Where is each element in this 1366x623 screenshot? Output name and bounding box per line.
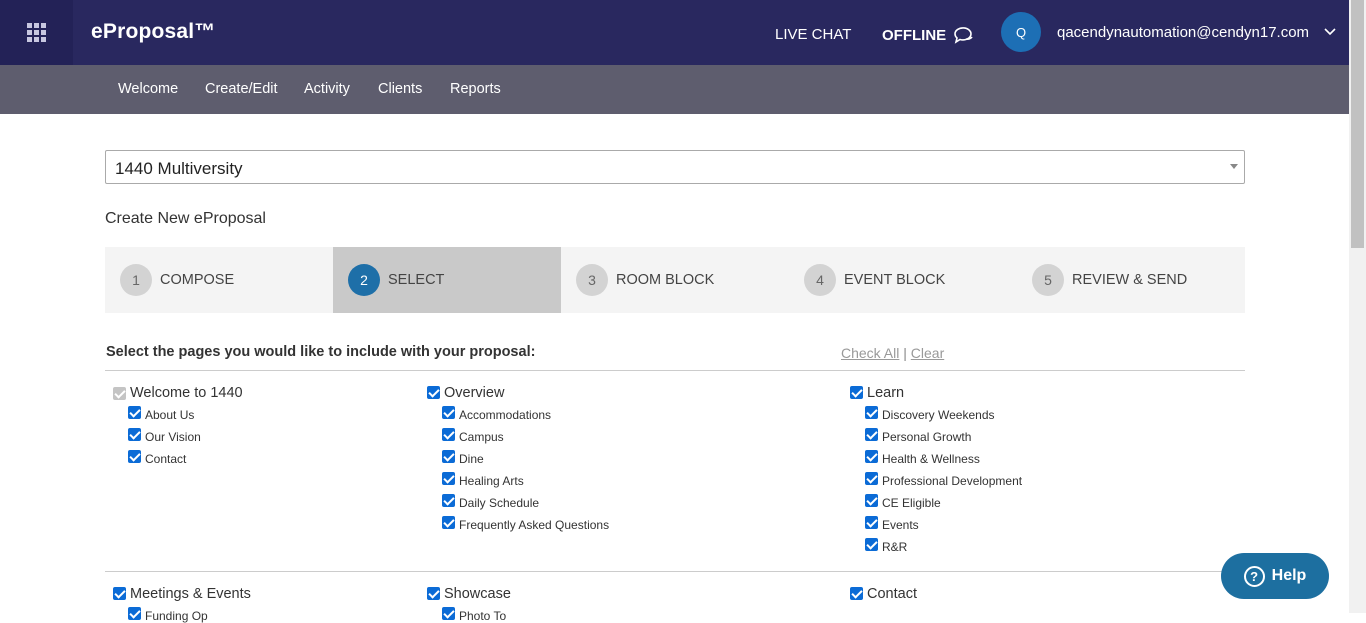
checkbox-daily-schedule[interactable] xyxy=(442,494,455,507)
group-title-learn: Learn xyxy=(867,385,905,401)
step-number: 5 xyxy=(1032,264,1064,296)
check-all-link[interactable]: Check All xyxy=(841,345,899,361)
group-title-welcome: Welcome to 1440 xyxy=(130,385,243,401)
group-title-overview: Overview xyxy=(444,385,505,401)
help-label: Help xyxy=(1271,567,1307,584)
step-select[interactable]: 2 SELECT xyxy=(333,247,561,313)
step-room-block[interactable]: 3 ROOM BLOCK xyxy=(561,247,789,313)
page-label: Daily Schedule xyxy=(459,496,540,510)
dropdown-arrow-icon xyxy=(1230,164,1238,169)
checkbox-contact-group[interactable] xyxy=(850,587,863,600)
checkbox-about-us[interactable] xyxy=(128,406,141,419)
property-select-value: 1440 Multiversity xyxy=(115,159,243,178)
link-separator: | xyxy=(903,345,907,361)
page-label: Photo To xyxy=(459,609,507,623)
scrollbar-thumb[interactable] xyxy=(1351,0,1364,248)
wizard-steps: 1 COMPOSE 2 SELECT 3 ROOM BLOCK 4 EVENT … xyxy=(105,247,1245,313)
help-button[interactable]: ? Help xyxy=(1221,553,1329,599)
clear-link[interactable]: Clear xyxy=(911,345,944,361)
checkbox-overview[interactable] xyxy=(427,386,440,399)
step-label: SELECT xyxy=(388,272,445,288)
checkbox-learn[interactable] xyxy=(850,386,863,399)
chat-status-label: OFFLINE xyxy=(882,26,947,44)
page-label: Health & Wellness xyxy=(882,452,980,466)
checkbox-discovery-weekends[interactable] xyxy=(865,406,878,419)
chat-status-offline[interactable]: OFFLINE xyxy=(882,26,974,44)
checkbox-funding-op[interactable] xyxy=(128,607,141,620)
nav-reports[interactable]: Reports xyxy=(450,81,501,97)
step-label: EVENT BLOCK xyxy=(844,272,946,288)
checkbox-events[interactable] xyxy=(865,516,878,529)
step-number: 1 xyxy=(120,264,152,296)
page-label: Funding Op xyxy=(145,609,208,623)
chevron-down-icon[interactable] xyxy=(1324,27,1336,37)
step-number: 3 xyxy=(576,264,608,296)
divider xyxy=(105,571,1245,572)
main-nav: Welcome Create/Edit Activity Clients Rep… xyxy=(0,65,1349,114)
page-label: Our Vision xyxy=(145,430,201,444)
checkbox-showcase[interactable] xyxy=(427,587,440,600)
page-label: Healing Arts xyxy=(459,474,524,488)
page-title: Create New eProposal xyxy=(105,210,266,227)
checkbox-meetings-events[interactable] xyxy=(113,587,126,600)
checkbox-our-vision[interactable] xyxy=(128,428,141,441)
page-label: Professional Development xyxy=(882,474,1023,488)
step-label: COMPOSE xyxy=(160,272,235,288)
step-number: 4 xyxy=(804,264,836,296)
step-number: 2 xyxy=(348,264,380,296)
divider xyxy=(105,370,1245,371)
checkbox-dine[interactable] xyxy=(442,450,455,463)
page-label: About Us xyxy=(145,408,195,422)
checkbox-professional-development[interactable] xyxy=(865,472,878,485)
checkbox-r-and-r[interactable] xyxy=(865,538,878,551)
brand-logo[interactable]: eProposal™ xyxy=(91,20,216,44)
checkbox-faq[interactable] xyxy=(442,516,455,529)
user-avatar[interactable]: Q xyxy=(1001,12,1041,52)
nav-activity[interactable]: Activity xyxy=(304,81,350,97)
page-label: Discovery Weekends xyxy=(882,408,995,422)
chat-bubble-icon xyxy=(954,27,973,44)
nav-create-edit[interactable]: Create/Edit xyxy=(205,81,278,97)
pages-section-heading: Select the pages you would like to inclu… xyxy=(106,344,536,360)
step-compose[interactable]: 1 COMPOSE xyxy=(105,247,333,313)
page-label: Campus xyxy=(459,430,504,444)
page-label: Frequently Asked Questions xyxy=(459,518,610,532)
page-label: CE Eligible xyxy=(882,496,941,510)
checkbox-contact[interactable] xyxy=(128,450,141,463)
property-select[interactable]: 1440 Multiversity xyxy=(105,150,1245,184)
page-label: Events xyxy=(882,518,919,532)
app-launcher-button[interactable] xyxy=(0,0,73,65)
grid-icon xyxy=(27,23,46,42)
user-menu-email[interactable]: qacendynautomation@cendyn17.com xyxy=(1057,24,1309,41)
step-review-send[interactable]: 5 REVIEW & SEND xyxy=(1017,247,1245,313)
top-bar: eProposal™ LIVE CHAT OFFLINE Q qacendyna… xyxy=(0,0,1349,65)
step-label: ROOM BLOCK xyxy=(616,272,715,288)
page-label: Dine xyxy=(459,452,484,466)
page-label: Accommodations xyxy=(459,408,552,422)
nav-clients[interactable]: Clients xyxy=(378,81,422,97)
page-label: R&R xyxy=(882,540,908,554)
live-chat-link[interactable]: LIVE CHAT xyxy=(775,26,851,43)
step-label: REVIEW & SEND xyxy=(1072,272,1188,288)
nav-welcome[interactable]: Welcome xyxy=(118,81,178,97)
checkbox-photo-tour[interactable] xyxy=(442,607,455,620)
check-links: Check All | Clear xyxy=(841,345,944,361)
group-title-contact: Contact xyxy=(867,586,917,602)
page-label: Contact xyxy=(145,452,187,466)
step-event-block[interactable]: 4 EVENT BLOCK xyxy=(789,247,1017,313)
checkbox-healing-arts[interactable] xyxy=(442,472,455,485)
checkbox-health-wellness[interactable] xyxy=(865,450,878,463)
checkbox-welcome xyxy=(113,387,126,400)
group-title-showcase: Showcase xyxy=(444,586,511,602)
checkbox-campus[interactable] xyxy=(442,428,455,441)
group-title-meetings-events: Meetings & Events xyxy=(130,586,251,602)
page-label: Personal Growth xyxy=(882,430,972,444)
question-icon: ? xyxy=(1243,565,1265,587)
checkbox-accommodations[interactable] xyxy=(442,406,455,419)
checkbox-personal-growth[interactable] xyxy=(865,428,878,441)
checkbox-ce-eligible[interactable] xyxy=(865,494,878,507)
